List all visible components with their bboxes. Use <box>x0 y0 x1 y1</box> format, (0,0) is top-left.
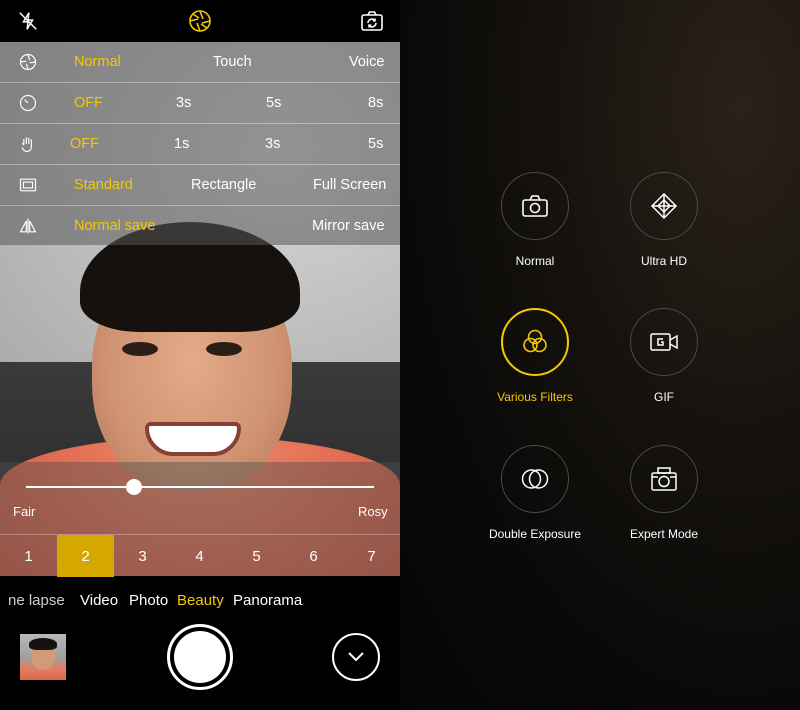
beauty-level-6[interactable]: 6 <box>285 535 342 577</box>
timer-option-5s[interactable]: 5s <box>266 95 281 111</box>
mode-circle <box>630 445 698 513</box>
palm-gesture-icon <box>21 137 32 153</box>
ultra-hd-icon <box>650 192 678 220</box>
mode-label-ultra-hd: Ultra HD <box>640 254 687 268</box>
chevron-down-icon <box>348 652 364 662</box>
double-exposure-icon <box>521 469 549 489</box>
shutter-option-voice[interactable]: Voice <box>349 54 384 70</box>
shutter-button-inner <box>174 631 226 683</box>
settings-panel: Normal Touch Voice OFF 3s 5s 8s OFF 1s 3… <box>0 42 400 245</box>
subject-smile <box>145 422 241 456</box>
mirror-option-mirror-save[interactable]: Mirror save <box>312 218 385 234</box>
subject-eye <box>206 342 242 356</box>
camera-panel: Normal Touch Voice OFF 3s 5s 8s OFF 1s 3… <box>0 0 400 710</box>
beauty-level-1[interactable]: 1 <box>0 535 57 577</box>
mode-tile-normal[interactable]: Normal <box>470 172 600 268</box>
mirror-row: Normal save Mirror save <box>0 206 400 247</box>
aperture-icon[interactable] <box>188 9 212 33</box>
mode-tile-expert-mode[interactable]: Expert Mode <box>599 445 729 541</box>
beauty-panel: Fair Rosy 1 2 3 4 5 6 7 <box>0 462 400 577</box>
mode-circle <box>501 172 569 240</box>
top-bar <box>0 0 400 42</box>
beauty-slider-handle[interactable] <box>125 479 142 495</box>
gif-icon <box>650 333 678 351</box>
mode-panorama[interactable]: Panorama <box>233 592 302 609</box>
filters-icon <box>523 329 547 353</box>
beauty-level-7[interactable]: 7 <box>343 535 400 577</box>
mode-label-various-filters: Various Filters <box>497 390 573 404</box>
mode-beauty[interactable]: Beauty <box>177 592 224 609</box>
aspect-ratio-icon <box>19 178 37 192</box>
palm-option-1s[interactable]: 1s <box>174 136 189 152</box>
mode-time-lapse[interactable]: ne lapse <box>8 592 65 609</box>
mode-video[interactable]: Video <box>80 592 118 609</box>
ratio-option-rectangle[interactable]: Rectangle <box>191 177 256 193</box>
mode-tile-various-filters[interactable]: Various Filters <box>470 308 600 404</box>
mirror-icon <box>19 218 37 234</box>
ratio-option-standard[interactable]: Standard <box>74 177 133 193</box>
expert-mode-icon <box>651 467 677 491</box>
mode-circle <box>630 172 698 240</box>
beauty-level-5[interactable]: 5 <box>228 535 285 577</box>
shutter-button[interactable] <box>167 624 233 690</box>
palm-gesture-row: OFF 1s 3s 5s <box>0 124 400 165</box>
mode-tile-double-exposure[interactable]: Double Exposure <box>470 445 600 541</box>
beauty-slider-track[interactable] <box>26 486 374 488</box>
palm-option-5s[interactable]: 5s <box>368 136 383 152</box>
mirror-option-normal-save[interactable]: Normal save <box>74 218 155 234</box>
timer-icon <box>19 94 37 112</box>
thumbnail-hair <box>29 638 57 650</box>
mode-circle <box>630 308 698 376</box>
mode-label-gif: GIF <box>654 390 674 404</box>
beauty-levels: 1 2 3 4 5 6 7 <box>0 534 400 577</box>
beauty-level-2[interactable]: 2 <box>57 535 114 577</box>
mode-selector: ne lapse Video Photo Beauty Panorama <box>0 586 400 616</box>
timer-option-3s[interactable]: 3s <box>176 95 191 111</box>
mode-circle <box>501 445 569 513</box>
timer-row: OFF 3s 5s 8s <box>0 83 400 124</box>
mode-tile-gif[interactable]: GIF <box>599 308 729 404</box>
subject-eye <box>122 342 158 356</box>
timer-option-8s[interactable]: 8s <box>368 95 383 111</box>
shutter-mode-icon <box>19 53 37 71</box>
camera-switch-icon[interactable] <box>360 9 384 33</box>
beauty-level-4[interactable]: 4 <box>171 535 228 577</box>
mode-tile-ultra-hd[interactable]: Ultra HD <box>599 172 729 268</box>
beauty-label-fair: Fair <box>13 504 36 519</box>
mode-label-double-exposure: Double Exposure <box>488 527 582 541</box>
camera-modes-panel: Normal Ultra HD Various Filters GIF Doub… <box>400 0 800 710</box>
palm-option-off[interactable]: OFF <box>70 136 99 152</box>
gallery-thumbnail[interactable] <box>20 634 66 680</box>
shutter-option-touch[interactable]: Touch <box>213 54 252 70</box>
mode-photo[interactable]: Photo <box>129 592 168 609</box>
mode-label-expert-mode: Expert Mode <box>629 527 699 541</box>
camera-icon <box>522 195 548 217</box>
mode-label-normal: Normal <box>515 254 555 268</box>
palm-option-3s[interactable]: 3s <box>265 136 280 152</box>
flash-off-icon[interactable] <box>16 9 40 33</box>
timer-option-off[interactable]: OFF <box>74 95 103 111</box>
more-modes-button[interactable] <box>332 633 380 681</box>
shutter-option-normal[interactable]: Normal <box>74 54 121 70</box>
ratio-option-full-screen[interactable]: Full Screen <box>313 177 386 193</box>
beauty-label-rosy: Rosy <box>358 504 388 519</box>
mode-circle-active <box>501 308 569 376</box>
shutter-mode-row: Normal Touch Voice <box>0 42 400 83</box>
beauty-level-3[interactable]: 3 <box>114 535 171 577</box>
aspect-ratio-row: Standard Rectangle Full Screen <box>0 165 400 206</box>
